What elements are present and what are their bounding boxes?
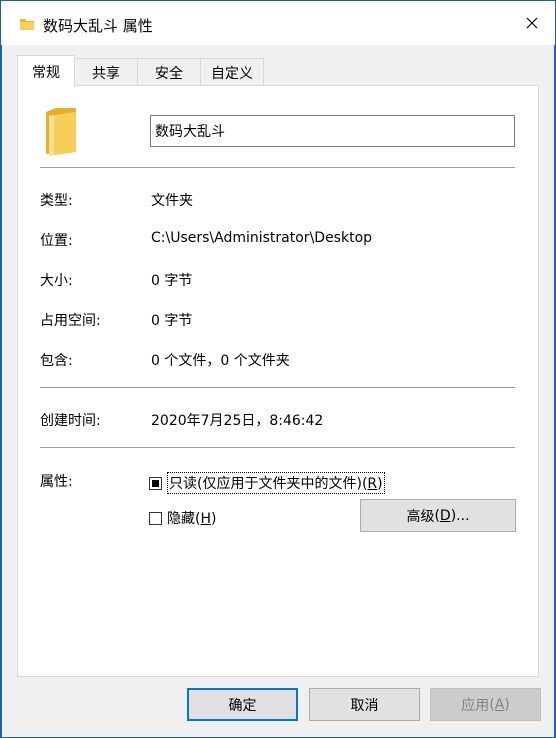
tab-general[interactable]: 常规 [17,55,75,87]
contains-value: 0 个文件，0 个文件夹 [151,353,290,369]
window-title: 数码大乱斗 属性 [43,17,153,35]
location-value: C:\Users\Administrator\Desktop [151,230,373,246]
advanced-button[interactable]: 高级(D)... [360,499,516,532]
readonly-checkbox[interactable]: 只读(仅应用于文件夹中的文件)(R) [149,472,385,494]
tab-general-label: 常规 [32,64,60,81]
tab-sharing-label: 共享 [92,65,120,82]
tab-security[interactable]: 安全 [137,58,201,86]
divider [40,447,515,448]
created-value: 2020年7月25日，8:46:42 [151,413,324,429]
divider [40,167,515,168]
tab-customize-label: 自定义 [211,65,253,82]
close-icon [526,17,538,29]
size-value: 0 字节 [151,273,193,289]
size-label: 大小: [40,273,73,289]
hidden-checkbox-label: 隐藏(H) [167,511,217,527]
tab-customize[interactable]: 自定义 [200,58,264,86]
folder-icon [19,16,35,36]
hidden-checkbox-box[interactable] [149,511,162,525]
dialog-body: 常规 共享 安全 自定义 类型: 文件夹 [2,45,554,737]
ok-button[interactable]: 确定 [187,688,298,721]
tab-security-label: 安全 [155,65,183,82]
title-bar[interactable]: 数码大乱斗 属性 [1,1,555,45]
type-value: 文件夹 [151,193,193,209]
cancel-button[interactable]: 取消 [309,688,420,721]
location-label: 位置: [40,233,73,249]
attributes-label: 属性: [40,474,73,490]
folder-name-input[interactable] [150,115,515,147]
readonly-checkbox-label: 只读(仅应用于文件夹中的文件)(R) [167,472,385,494]
created-label: 创建时间: [40,413,101,429]
contains-label: 包含: [40,353,73,369]
properties-window: 数码大乱斗 属性 常规 共享 安全 自定义 数码大乱斗 类型: 文件夹 位置: … [0,0,556,738]
folder-icon [44,106,78,162]
size-on-disk-value: 0 字节 [151,313,193,329]
close-button[interactable] [509,1,555,45]
hidden-checkbox[interactable]: 隐藏(H) [149,508,216,528]
type-label: 类型: [40,193,73,209]
tab-sharing[interactable]: 共享 [74,58,138,86]
divider [40,387,515,388]
size-on-disk-label: 占用空间: [40,313,101,329]
apply-button[interactable]: 应用(A) [430,688,541,721]
general-panel: 类型: 文件夹 位置: C:\Users\Administrator\Deskt… [17,85,539,677]
readonly-checkbox-box[interactable] [149,476,162,490]
